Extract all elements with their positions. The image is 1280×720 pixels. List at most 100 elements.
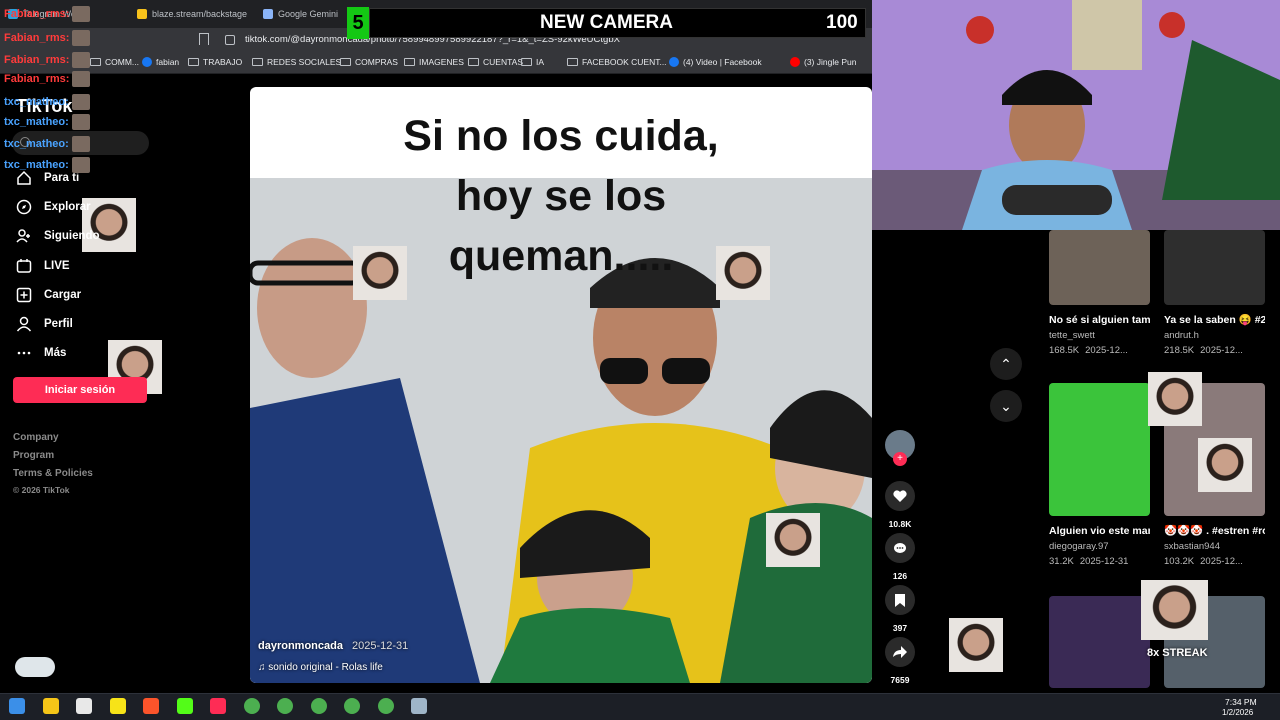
related-title[interactable]: Alguien vio este maniquí en la... — [1049, 524, 1150, 539]
footer-terms[interactable]: Terms & Policies — [13, 468, 93, 479]
related-user[interactable]: andrut.h — [1164, 330, 1265, 341]
bookmark-label: TRABAJO — [203, 57, 243, 67]
bookmark-item[interactable]: (3) Jingle Pun — [790, 57, 856, 67]
bookmark-item[interactable]: IMAGENES — [404, 57, 464, 67]
webcam-feed — [872, 0, 1280, 230]
obs-icon[interactable] — [76, 698, 92, 714]
emote-sticker — [1198, 438, 1252, 492]
emote-sticker — [949, 618, 1003, 672]
related-title[interactable]: Ya se la saben 😝 #2026#amigos#... — [1164, 313, 1265, 328]
related-views: 31.2K — [1049, 556, 1074, 567]
bookmark-label: IA — [536, 57, 545, 67]
more-icon — [17, 351, 31, 355]
clock-date[interactable]: 1/2/2026 — [1222, 708, 1253, 717]
related-user[interactable]: sxbastian944 — [1164, 541, 1265, 552]
related-video-card[interactable]: No sé si alguien también miraba l... tett… — [1049, 230, 1150, 356]
related-title[interactable]: 🤡🤡🤡 . #estren #ropa #añoviejo... — [1164, 524, 1265, 539]
related-date: 2025-12... — [1085, 345, 1128, 356]
save-count: 397 — [892, 623, 908, 633]
caption-line-2: hoy se los — [455, 172, 667, 220]
sidebar-item-more[interactable]: Más — [16, 345, 66, 361]
bookmark-item[interactable]: FACEBOOK CUENT... — [567, 57, 667, 67]
related-stats: 168.5K 2025-12... — [1049, 345, 1150, 356]
comment-button[interactable]: 126 — [885, 533, 915, 581]
chat-emote-icon — [72, 52, 91, 68]
facebook-icon — [669, 57, 679, 67]
related-user[interactable]: diegogaray.97 — [1049, 541, 1150, 552]
bookmark-label: CUENTAS — [483, 57, 523, 67]
site-info-icon[interactable] — [225, 35, 235, 45]
save-button[interactable]: 397 — [885, 585, 915, 633]
related-thumbnail[interactable] — [1164, 230, 1265, 305]
sidebar-item-live[interactable]: LIVE — [16, 258, 70, 274]
related-thumbnail[interactable] — [1049, 596, 1150, 688]
following-icon — [16, 229, 30, 243]
goal-title: NEW CAMERA — [540, 12, 673, 33]
bookmark-label: COMPRAS — [355, 57, 398, 67]
share-button[interactable]: 7659 — [885, 637, 915, 685]
chat-emote-icon — [72, 30, 91, 46]
tab-favicon-icon — [137, 9, 147, 19]
tiktok-icon[interactable] — [210, 698, 226, 714]
bookmark-item[interactable]: (4) Video | Facebook — [669, 57, 762, 67]
bookmark-item[interactable]: REDES SOCIALES — [252, 57, 341, 67]
previous-post-button[interactable]: ⌃ — [990, 348, 1022, 380]
related-title[interactable]: No sé si alguien también miraba l... — [1049, 313, 1150, 328]
chrome-icon[interactable] — [277, 698, 293, 714]
related-thumbnail[interactable] — [1049, 383, 1150, 516]
sidebar-item-profile[interactable]: Perfil — [16, 316, 73, 332]
creator-avatar[interactable]: + — [885, 430, 915, 466]
kick-icon[interactable] — [176, 698, 193, 714]
brave-icon[interactable] — [143, 698, 159, 714]
sticky-notes-icon[interactable] — [109, 698, 126, 714]
bookmark-item[interactable]: CUENTAS — [468, 57, 523, 67]
related-views: 103.2K — [1164, 556, 1195, 567]
related-user[interactable]: tette_swett — [1049, 330, 1150, 341]
next-post-button[interactable]: ⌄ — [990, 390, 1022, 422]
related-thumbnail[interactable] — [1049, 230, 1150, 305]
chat-username: Fabian_rms: — [4, 32, 70, 44]
comment-count: 126 — [892, 571, 908, 581]
sidebar-item-upload[interactable]: Cargar — [16, 287, 81, 303]
chat-message: Fabian_rms: — [4, 71, 91, 87]
globe-icon — [142, 57, 152, 67]
bookmark-item[interactable]: fabian — [142, 57, 179, 67]
windows-icon[interactable] — [9, 698, 25, 714]
goal-count: 100 — [826, 12, 858, 33]
bookmark-item[interactable]: TRABAJO — [188, 57, 242, 67]
like-button[interactable]: 10.8K — [885, 481, 915, 529]
bookmark-label: COMM... — [105, 57, 139, 67]
chrome-icon[interactable] — [310, 698, 327, 714]
browser-tab[interactable]: blaze.stream/backstage — [137, 4, 249, 24]
bookmark-item[interactable]: COMPRAS — [340, 57, 398, 67]
chrome-icon[interactable] — [344, 698, 360, 714]
file-explorer-icon[interactable] — [42, 698, 59, 714]
related-date: 2025-12... — [1200, 556, 1243, 567]
sidebar-item-compass[interactable]: Explorar — [16, 199, 91, 215]
footer-program[interactable]: Program — [13, 450, 54, 461]
get-app-toggle[interactable] — [15, 657, 55, 677]
related-video-card[interactable] — [1049, 596, 1150, 688]
post-author[interactable]: dayronmoncada — [258, 640, 343, 652]
chat-username: Fabian_rms: — [4, 54, 70, 66]
bookmark-item[interactable]: IA — [521, 57, 544, 67]
related-video-card[interactable]: Alguien vio este maniquí en la... diegoga… — [1049, 383, 1150, 567]
post-sound[interactable]: ♫ sonido original - Rolas life — [258, 662, 383, 673]
footer-company[interactable]: Company — [13, 432, 59, 443]
folder-icon — [567, 58, 578, 66]
clock-time[interactable]: 7:34 PM — [1225, 697, 1257, 707]
chrome-icon[interactable] — [377, 698, 394, 714]
chrome-icon[interactable] — [243, 698, 260, 714]
login-button[interactable]: Iniciar sesión — [13, 377, 147, 403]
related-views: 218.5K — [1164, 345, 1195, 356]
chat-message: txc_matheo: — [4, 136, 90, 152]
follow-plus-icon[interactable]: + — [893, 452, 907, 466]
bookmark-star-icon[interactable] — [199, 33, 209, 45]
sidebar-item-following[interactable]: Siguiendo — [16, 228, 100, 244]
related-video-card[interactable]: Ya se la saben 😝 #2026#amigos#... andrut.… — [1164, 230, 1265, 356]
chat-message: txc_matheo: — [4, 94, 90, 110]
related-stats: 103.2K 2025-12... — [1164, 556, 1265, 567]
chat-emote-icon — [72, 71, 91, 87]
bookmark-item[interactable]: COMM... — [90, 57, 139, 67]
calculator-icon[interactable] — [411, 698, 427, 714]
